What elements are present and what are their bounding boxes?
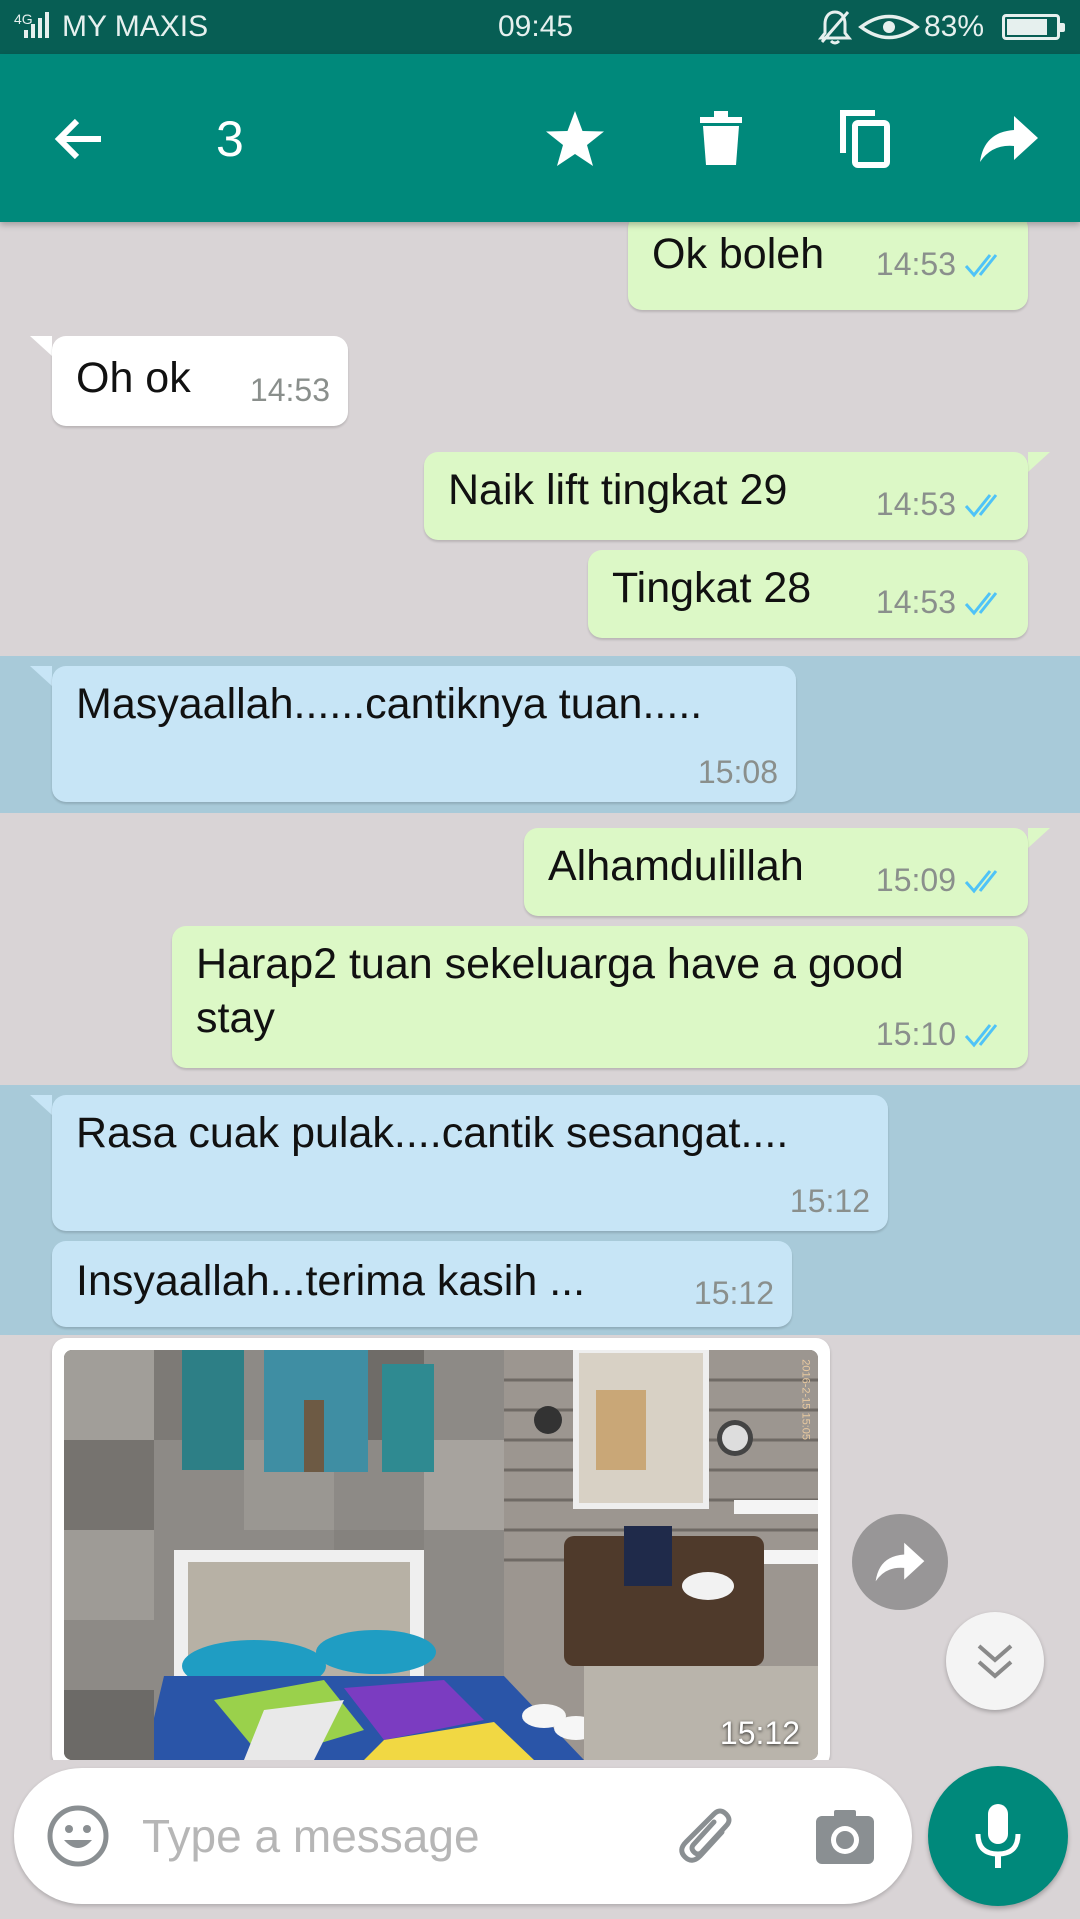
photo-message[interactable]: 15:12 2016-2-15 15:05	[52, 1338, 830, 1760]
microphone-icon	[975, 1804, 1021, 1868]
copy-icon	[840, 110, 890, 168]
voice-record-button[interactable]	[928, 1766, 1068, 1906]
battery-icon	[1002, 14, 1065, 40]
network-type: 4G	[14, 11, 33, 27]
message-text: Oh ok	[76, 354, 191, 402]
message-time: 15:12	[693, 1275, 774, 1311]
message-text: Alhamdulillah	[548, 842, 804, 890]
message-incoming[interactable]: Oh ok 14:53	[52, 336, 348, 426]
star-button[interactable]	[540, 104, 610, 174]
message-time: 14:53	[875, 584, 956, 620]
message-time: 14:53	[875, 246, 956, 282]
message-outgoing[interactable]: Tingkat 28 14:53	[588, 550, 1028, 638]
message-outgoing[interactable]: Harap2 tuan sekeluarga have a good stay …	[172, 926, 1028, 1068]
status-bar: 4G MY MAXIS 09:45 83%	[0, 0, 1080, 54]
copy-button[interactable]	[830, 104, 900, 174]
message-incoming-selected[interactable]: Rasa cuak pulak....cantik sesangat.... 1…	[52, 1095, 888, 1231]
paperclip-icon[interactable]	[674, 1802, 744, 1872]
signal-icon: 4G	[14, 10, 49, 38]
photo-time: 15:12	[719, 1715, 800, 1751]
message-time: 14:53	[875, 486, 956, 522]
message-text-line2: stay	[196, 994, 275, 1042]
scroll-to-bottom-button[interactable]	[946, 1612, 1044, 1710]
double-check-icon	[964, 591, 998, 615]
message-input[interactable]	[142, 1798, 662, 1874]
back-button[interactable]	[44, 104, 114, 174]
bubble-tail	[1028, 452, 1050, 472]
message-text: Insyaallah...terima kasih ...	[76, 1257, 586, 1305]
message-outgoing[interactable]: Alhamdulillah 15:09	[524, 828, 1028, 916]
message-time: 15:10	[875, 1016, 956, 1052]
arrow-left-icon	[54, 118, 101, 160]
forward-button[interactable]	[974, 104, 1044, 174]
double-check-icon	[964, 253, 998, 277]
selection-action-bar: 3	[0, 54, 1080, 222]
eye-icon	[858, 14, 920, 40]
bubble-tail	[1028, 828, 1050, 848]
message-outgoing[interactable]: Naik lift tingkat 29 14:53	[424, 452, 1028, 540]
status-time: 09:45	[498, 10, 574, 43]
double-check-icon	[964, 493, 998, 517]
emoji-icon[interactable]	[46, 1804, 110, 1868]
trash-icon	[700, 111, 742, 165]
carrier-name: MY MAXIS	[62, 10, 209, 43]
bubble-tail	[30, 1095, 52, 1115]
photo-image	[64, 1350, 818, 1760]
photo-date-stamp: 2016-2-15 15:05	[800, 1359, 812, 1440]
message-outgoing[interactable]: Ok boleh 14:53	[628, 222, 1028, 310]
message-text: Tingkat 28	[612, 564, 812, 612]
message-text: Rasa cuak pulak....cantik sesangat....	[76, 1109, 789, 1157]
message-incoming-selected[interactable]: Insyaallah...terima kasih ... 15:12	[52, 1241, 792, 1327]
bubble-tail	[30, 666, 52, 686]
forward-icon	[875, 1542, 925, 1582]
message-text: Naik lift tingkat 29	[448, 466, 788, 514]
message-text-line1: Harap2 tuan sekeluarga have a good	[196, 940, 904, 988]
message-incoming-selected[interactable]: Masyaallah......cantiknya tuan..... 15:0…	[52, 666, 796, 802]
message-composer	[14, 1768, 912, 1904]
message-time: 15:08	[697, 754, 778, 790]
camera-icon[interactable]	[810, 1802, 880, 1872]
delete-button[interactable]	[686, 104, 756, 174]
star-icon	[546, 111, 604, 166]
message-time: 14:53	[249, 372, 330, 408]
message-text: Ok boleh	[652, 230, 825, 278]
message-time: 15:12	[789, 1183, 870, 1219]
message-time: 15:09	[875, 862, 956, 898]
selected-count: 3	[216, 111, 244, 167]
bell-muted-icon	[818, 10, 852, 45]
double-check-icon	[964, 869, 998, 893]
bedroom-photo[interactable]: 15:12 2016-2-15 15:05	[64, 1350, 818, 1760]
double-check-icon	[964, 1023, 998, 1047]
double-chevron-down-icon	[977, 1644, 1013, 1679]
forward-photo-button[interactable]	[852, 1514, 948, 1610]
message-text: Masyaallah......cantiknya tuan.....	[76, 680, 703, 728]
bubble-tail	[30, 336, 52, 356]
battery-percent: 83%	[924, 10, 985, 43]
forward-icon	[980, 116, 1038, 162]
